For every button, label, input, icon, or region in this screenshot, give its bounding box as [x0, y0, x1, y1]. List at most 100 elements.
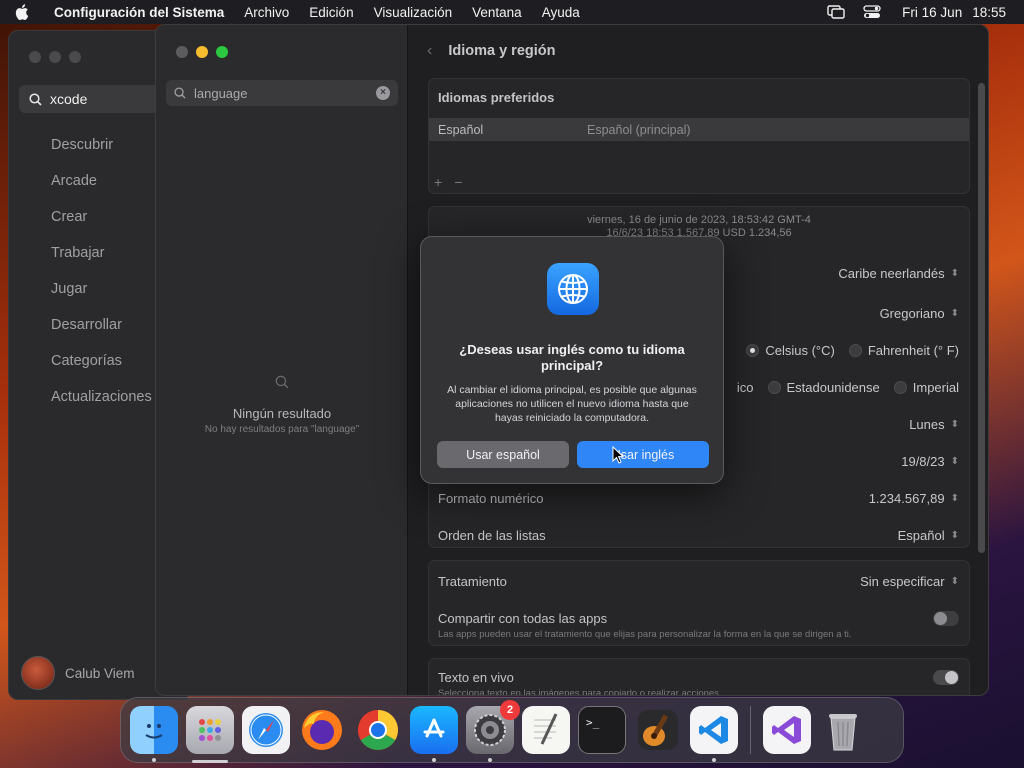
nav-actualizaciones[interactable]: Actualizaciones	[51, 389, 152, 425]
imperial-radio[interactable]: Imperial	[893, 379, 959, 395]
celsius-radio[interactable]: Celsius (°C)	[746, 342, 835, 358]
app-store-icon[interactable]	[410, 706, 458, 762]
us-label: Estadounidense	[786, 379, 880, 395]
vscode-icon[interactable]	[690, 706, 738, 762]
live-text-description: Selecciona texto en las imágenes para co…	[438, 688, 722, 696]
imperial-label: Imperial	[912, 379, 959, 395]
radio-selected-icon	[746, 343, 760, 357]
menu-visualizacion[interactable]: Visualización	[364, 5, 463, 20]
app-store-nav: Descubrir Arcade Crear Trabajar Jugar De…	[51, 137, 152, 425]
menu-archivo[interactable]: Archivo	[234, 5, 299, 20]
updown-icon: ⬍	[950, 307, 959, 319]
live-text-row: Texto en vivo	[438, 667, 959, 687]
address-value: Sin especificar	[860, 573, 945, 589]
language-name: Español	[438, 122, 484, 137]
close-button[interactable]	[176, 46, 188, 58]
minimize-button[interactable]	[196, 46, 208, 58]
zoom-button[interactable]	[69, 51, 81, 63]
no-results-title: Ningún resultado	[232, 406, 332, 421]
nav-descubrir[interactable]: Descubrir	[51, 137, 152, 173]
search-icon	[29, 92, 42, 106]
window-controls	[29, 51, 81, 63]
zoom-button[interactable]	[216, 46, 228, 58]
language-row[interactable]: Español Español (principal)	[429, 118, 969, 141]
garageband-icon[interactable]	[634, 706, 682, 754]
menu-clock[interactable]: Fri 16 Jun 18:55	[890, 5, 1024, 20]
scrollbar[interactable]	[978, 83, 985, 553]
fahrenheit-radio[interactable]: Fahrenheit (° F)	[848, 342, 959, 358]
menu-edicion[interactable]: Edición	[299, 5, 363, 20]
language-note: Español (principal)	[587, 122, 691, 137]
live-text-toggle[interactable]	[933, 669, 959, 685]
remove-language-button[interactable]: −	[454, 174, 462, 190]
nav-arcade[interactable]: Arcade	[51, 173, 152, 209]
system-settings-icon[interactable]: 2	[466, 700, 520, 762]
radio-icon	[893, 380, 907, 394]
firefox-icon[interactable]	[298, 706, 346, 754]
close-button[interactable]	[29, 51, 41, 63]
launchpad-icon[interactable]	[186, 706, 234, 763]
updown-icon: ⬍	[950, 529, 959, 541]
region-value: Caribe neerlandés	[838, 265, 945, 281]
language-change-dialog: ¿Deseas usar inglés como tu idioma princ…	[420, 236, 724, 484]
clock-date: Fri 16 Jun	[902, 4, 963, 20]
radio-icon	[767, 380, 781, 394]
launchpad-indicator	[192, 760, 228, 763]
us-radio[interactable]: Estadounidense	[767, 379, 880, 395]
number-format-label: Formato numérico	[438, 490, 544, 506]
back-chevron-icon[interactable]: ‹	[427, 42, 432, 60]
updown-icon: ⬍	[950, 267, 959, 279]
settings-search-field[interactable]: language ×	[166, 80, 398, 106]
updown-icon: ⬍	[950, 575, 959, 587]
apple-icon[interactable]	[0, 4, 44, 20]
nav-crear[interactable]: Crear	[51, 209, 152, 245]
nav-jugar[interactable]: Jugar	[51, 281, 152, 317]
share-toggle[interactable]	[933, 610, 959, 626]
globe-icon	[547, 263, 599, 315]
radio-icon	[848, 343, 862, 357]
page-header: ‹ Idioma y región	[427, 42, 556, 60]
visual-studio-icon[interactable]	[763, 706, 811, 754]
address-label: Tratamiento	[438, 573, 507, 589]
clock-time: 18:55	[972, 4, 1006, 20]
fahrenheit-label: Fahrenheit (° F)	[867, 342, 959, 358]
account-button[interactable]: Calub Viem	[21, 656, 135, 690]
share-description: Las apps pueden usar el tratamiento que …	[438, 629, 852, 640]
nav-trabajar[interactable]: Trabajar	[51, 245, 152, 281]
finder-icon[interactable]	[130, 706, 178, 762]
page-title: Idioma y región	[448, 43, 556, 59]
clear-search-icon[interactable]: ×	[376, 86, 390, 100]
add-language-button[interactable]: +	[434, 174, 442, 190]
number-format-row[interactable]: Formato numérico 1.234.567,89 ⬍	[438, 488, 959, 508]
preferred-languages-group: Idiomas preferidos Español Español (prin…	[428, 78, 970, 194]
menu-ventana[interactable]: Ventana	[462, 5, 532, 20]
safari-icon[interactable]	[242, 706, 290, 754]
nav-categorias[interactable]: Categorías	[51, 353, 152, 389]
metric-radio[interactable]: ico	[737, 380, 754, 395]
updown-icon: ⬍	[950, 455, 959, 467]
nav-desarrollar[interactable]: Desarrollar	[51, 317, 152, 353]
dialog-title: ¿Deseas usar inglés como tu idioma princ…	[459, 342, 685, 373]
search-icon	[275, 375, 289, 389]
control-center-icon[interactable]	[854, 5, 890, 19]
use-spanish-button[interactable]: Usar español	[437, 441, 569, 468]
textedit-icon[interactable]	[522, 706, 570, 754]
terminal-icon[interactable]: >_	[578, 706, 626, 754]
celsius-label: Celsius (°C)	[765, 342, 835, 358]
menu-ayuda[interactable]: Ayuda	[532, 5, 590, 20]
list-order-row[interactable]: Orden de las listas Español ⬍	[438, 525, 959, 545]
dialog-message: Al cambiar el idioma principal, es posib…	[447, 384, 697, 424]
trash-icon[interactable]	[819, 706, 867, 754]
updown-icon: ⬍	[950, 418, 959, 430]
mouse-cursor-icon	[612, 445, 625, 469]
settings-sidebar: language × Ningún resultado No hay resul…	[156, 25, 408, 695]
screen-mirroring-icon[interactable]	[818, 5, 854, 19]
menu-app-name[interactable]: Configuración del Sistema	[44, 5, 234, 20]
minimize-button[interactable]	[49, 51, 61, 63]
use-english-button[interactable]: Usar inglés	[577, 441, 709, 468]
chrome-icon[interactable]	[354, 706, 402, 754]
format-preview-line1: viernes, 16 de junio de 2023, 18:53:42 G…	[587, 214, 811, 226]
running-indicator	[488, 758, 492, 762]
address-row[interactable]: Tratamiento Sin especificar ⬍	[438, 571, 959, 591]
dock-separator	[750, 706, 751, 754]
